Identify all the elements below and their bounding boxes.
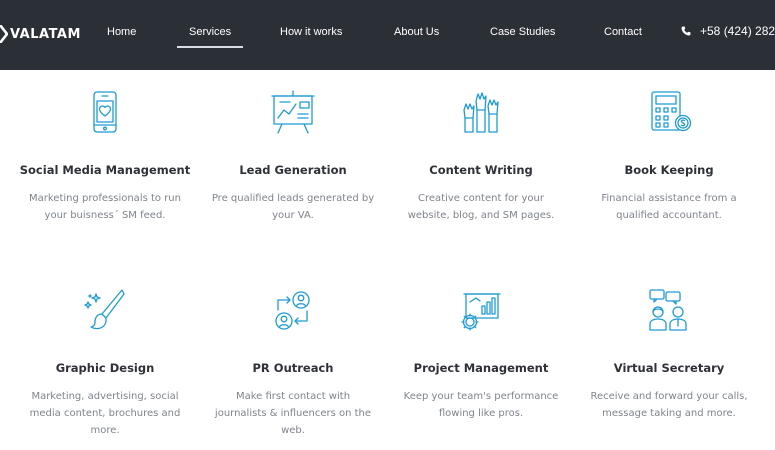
brand-name: VALATAM [10,26,81,42]
service-title: Lead Generation [239,163,347,177]
service-card-pr-outreach[interactable]: PR Outreach Make first contact with jour… [199,288,387,439]
service-description: Marketing, advertising, social media con… [29,391,181,436]
logo-mark-icon [0,25,8,43]
raised-hands-icon [456,90,506,136]
nav-case-studies[interactable]: Case Studies [490,26,555,38]
contact-exchange-icon [268,288,318,334]
phone-icon [681,26,691,36]
top-navbar: VALATAM Home Services How it works About… [0,0,775,70]
presentation-board-icon [268,90,318,136]
phone-number: +58 (424) 282 1 [700,24,775,38]
service-card-content-writing[interactable]: Content Writing Creative content for you… [387,90,575,224]
nav-contact[interactable]: Contact [604,26,642,38]
service-card-graphic-design[interactable]: Graphic Design Marketing, advertising, s… [11,288,199,439]
calculator-coin-icon [644,90,694,136]
service-title: Virtual Secretary [613,361,725,375]
nav-how-it-works[interactable]: How it works [280,26,342,38]
nav-home[interactable]: Home [107,26,136,38]
nav-services[interactable]: Services [176,26,244,48]
service-card-book-keeping[interactable]: Book Keeping Financial assistance from a… [575,90,763,224]
paintbrush-icon [80,288,130,334]
nav-about-us[interactable]: About Us [394,26,439,38]
smartphone-heart-icon [80,90,130,136]
service-description: Creative content for your website, blog,… [407,193,555,221]
service-title: Book Keeping [624,163,714,177]
service-title: Project Management [413,361,549,375]
service-card-social-media[interactable]: Social Media Management Marketing profes… [11,90,199,224]
service-description: Pre qualified leads generated by your VA… [211,193,375,221]
service-title: Social Media Management [19,163,191,177]
gear-chart-icon [456,288,506,334]
service-card-virtual-secretary[interactable]: Virtual Secretary Receive and forward yo… [575,288,763,422]
service-title: PR Outreach [252,361,334,375]
phone-contact[interactable]: +58 (424) 282 1 [681,24,775,38]
service-description: Financial assistance from a qualified ac… [601,193,737,221]
service-title: Graphic Design [55,361,155,375]
service-description: Receive and forward your calls, message … [590,391,748,419]
service-title: Content Writing [429,163,533,177]
brand-logo[interactable]: VALATAM [0,22,81,46]
service-description: Make first contact with journalists & in… [214,391,372,436]
service-description: Keep your team's performance flowing lik… [403,391,559,419]
team-chat-icon [644,288,694,334]
service-description: Marketing professionals to run your buis… [28,193,181,221]
service-card-lead-generation[interactable]: Lead Generation Pre qualified leads gene… [199,90,387,224]
service-card-project-management[interactable]: Project Management Keep your team's perf… [387,288,575,422]
